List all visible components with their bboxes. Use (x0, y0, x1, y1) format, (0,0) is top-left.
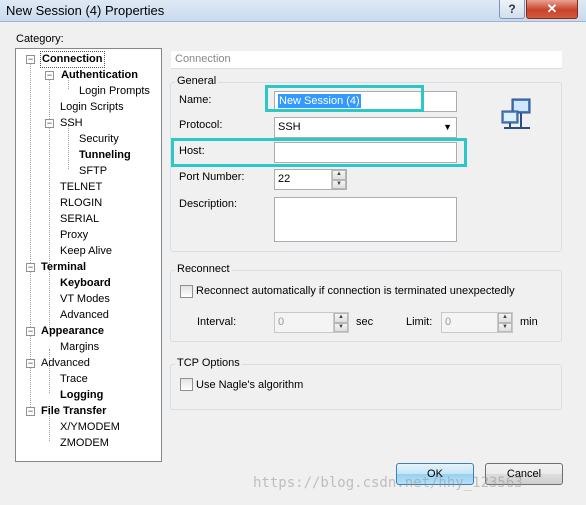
spin-up-icon[interactable]: ▲ (334, 313, 348, 323)
collapse-icon[interactable]: − (26, 407, 35, 416)
port-label: Port Number: (179, 171, 245, 183)
tree-item-ssh[interactable]: SSH (60, 116, 83, 131)
tree-line (49, 77, 50, 269)
spin-down-icon[interactable]: ▼ (498, 322, 512, 332)
nagle-checkbox-label: Use Nagle's algorithm (196, 379, 304, 391)
name-label: Name: (179, 94, 212, 106)
collapse-icon[interactable]: − (26, 359, 35, 368)
interval-spinner[interactable]: ▲ ▼ (333, 313, 348, 332)
collapse-icon[interactable]: − (26, 263, 35, 272)
tree-item-advanced[interactable]: Advanced (41, 356, 90, 371)
port-value: 22 (278, 173, 291, 185)
window-title: New Session (4) Properties (6, 3, 165, 18)
title-bar: New Session (4) Properties ? ✕ (0, 0, 586, 22)
reconnect-checkbox-label: Reconnect automatically if connection is… (196, 285, 515, 297)
tree-item-zmodem[interactable]: ZMODEM (60, 436, 109, 451)
spin-down-icon[interactable]: ▼ (334, 322, 348, 332)
tree-line (49, 269, 50, 329)
general-group-title: General (175, 75, 219, 87)
interval-input[interactable]: 0 ▲ ▼ (274, 312, 349, 333)
tree-item-rlogin[interactable]: RLOGIN (60, 196, 102, 211)
watermark: https://blog.csdn.net/hhy_123563 (253, 475, 523, 491)
tree-item-trace[interactable]: Trace (60, 372, 88, 387)
tree-item-file-transfer[interactable]: File Transfer (41, 404, 106, 419)
tree-item-terminal[interactable]: Terminal (41, 260, 86, 275)
tree-item-keyboard[interactable]: Keyboard (60, 276, 111, 291)
tree-item-serial[interactable]: SERIAL (60, 212, 99, 227)
tree-item-authentication[interactable]: Authentication (61, 68, 138, 83)
collapse-icon[interactable]: − (26, 55, 35, 64)
tree-item-security[interactable]: Security (79, 132, 119, 147)
interval-value: 0 (278, 316, 285, 328)
tree-item-login-prompts[interactable]: Login Prompts (79, 84, 150, 99)
category-tree[interactable]: − Connection − Authentication Login Prom… (15, 48, 162, 462)
tree-item-xymodem[interactable]: X/YMODEM (60, 420, 120, 435)
tree-item-terminal-advanced[interactable]: Advanced (60, 308, 109, 323)
collapse-icon[interactable]: − (45, 119, 54, 128)
protocol-label: Protocol: (179, 119, 223, 131)
limit-label: Limit: (406, 316, 433, 328)
nagle-checkbox[interactable] (180, 378, 193, 391)
tcp-options-group-title: TCP Options (175, 357, 242, 369)
tree-line (68, 125, 69, 169)
tree-item-vt-modes[interactable]: VT Modes (60, 292, 110, 307)
interval-label: Interval: (197, 316, 237, 328)
limit-spinner[interactable]: ▲ ▼ (497, 313, 512, 332)
tree-item-telnet[interactable]: TELNET (60, 180, 102, 195)
collapse-icon[interactable]: − (45, 71, 54, 80)
protocol-value: SSH (278, 121, 301, 133)
collapse-icon[interactable]: − (26, 327, 35, 336)
reconnect-checkbox[interactable] (180, 285, 193, 298)
description-textarea[interactable] (274, 197, 457, 242)
port-input[interactable]: 22 ▲ ▼ (274, 169, 347, 190)
highlight-box (265, 85, 424, 112)
session-network-icon (500, 97, 536, 131)
tree-item-tunneling[interactable]: Tunneling (79, 148, 131, 163)
properties-dialog: New Session (4) Properties ? ✕ Category:… (0, 0, 586, 505)
limit-value: 0 (445, 316, 452, 328)
dropdown-arrow-icon: ▼ (443, 122, 452, 132)
protocol-select[interactable]: SSH ▼ (274, 117, 457, 138)
panel-header: Connection (171, 51, 562, 69)
tree-item-connection[interactable]: Connection (40, 51, 105, 68)
reconnect-group-title: Reconnect (175, 263, 232, 275)
description-label: Description: (179, 198, 238, 210)
interval-unit: sec (356, 316, 374, 328)
spin-up-icon[interactable]: ▲ (498, 313, 512, 323)
panel-title: Connection (175, 53, 231, 65)
limit-unit: min (520, 316, 538, 328)
tree-item-margins[interactable]: Margins (60, 340, 99, 355)
close-button[interactable]: ✕ (526, 0, 578, 19)
port-spinner[interactable]: ▲ ▼ (331, 170, 346, 189)
tree-item-logging[interactable]: Logging (60, 388, 103, 403)
spin-down-icon[interactable]: ▼ (332, 179, 346, 189)
tree-item-login-scripts[interactable]: Login Scripts (60, 100, 124, 115)
help-button[interactable]: ? (499, 0, 525, 19)
limit-input[interactable]: 0 ▲ ▼ (441, 312, 513, 333)
tree-item-proxy[interactable]: Proxy (60, 228, 88, 243)
tree-item-appearance[interactable]: Appearance (41, 324, 104, 339)
category-label: Category: (16, 33, 64, 45)
spin-up-icon[interactable]: ▲ (332, 170, 346, 180)
tree-item-keep-alive[interactable]: Keep Alive (60, 244, 112, 259)
tree-item-sftp[interactable]: SFTP (79, 164, 107, 179)
highlight-box (171, 138, 467, 167)
